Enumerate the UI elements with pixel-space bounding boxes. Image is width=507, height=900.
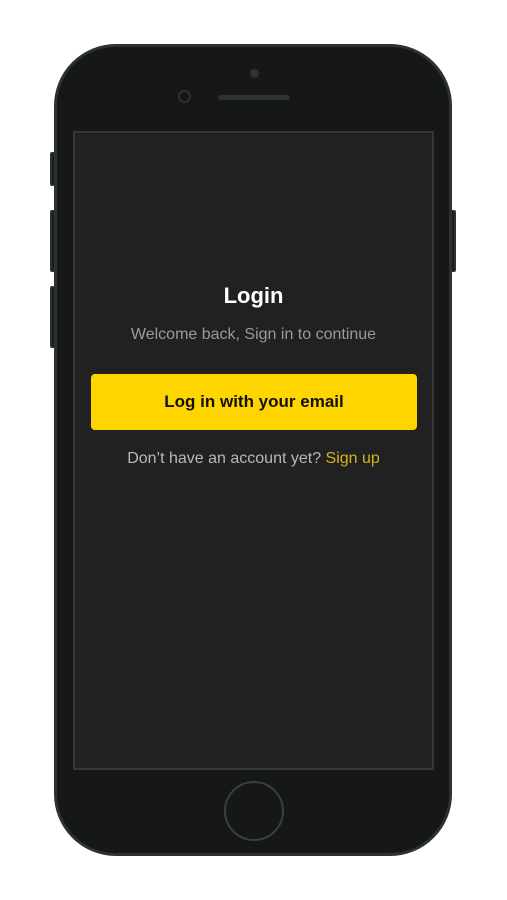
phone-screen: Login Welcome back, Sign in to continue … — [73, 131, 434, 770]
proximity-sensor — [250, 69, 259, 78]
login-with-email-button[interactable]: Log in with your email — [91, 374, 417, 430]
front-camera-icon — [178, 90, 191, 103]
page-subtitle: Welcome back, Sign in to continue — [130, 326, 377, 343]
signup-link[interactable]: Sign up — [326, 450, 380, 467]
page-title: Login — [223, 283, 284, 308]
signup-prompt: Don’t have an account yet? Sign up — [75, 450, 432, 468]
earpiece-speaker — [218, 95, 290, 100]
no-account-text: Don’t have an account yet? — [127, 450, 322, 467]
home-button — [224, 781, 284, 841]
